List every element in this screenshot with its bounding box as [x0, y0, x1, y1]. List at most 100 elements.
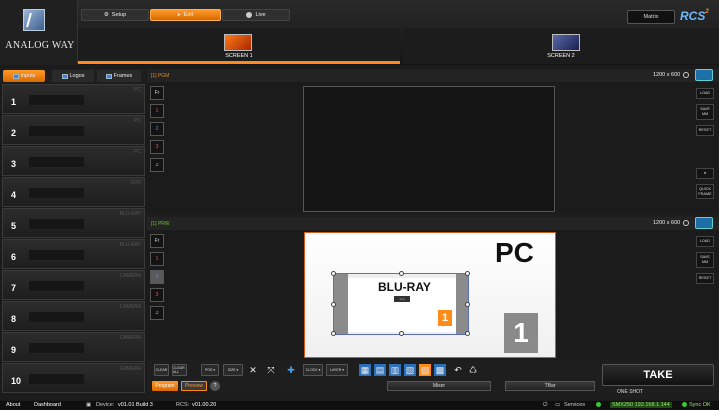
resize-handle[interactable] [465, 302, 470, 307]
tab-label: Frames [113, 73, 133, 79]
input-row[interactable]: CAMERA 8 [2, 301, 145, 331]
zoom-icon[interactable] [683, 72, 689, 78]
audio-icon[interactable]: ♫ [150, 306, 164, 320]
preview-canvas[interactable]: PC 1 BLU-RAY ▪ ▪ ▪ 1 [304, 232, 556, 358]
align-left-icon[interactable]: ▦ [359, 364, 371, 376]
input-row[interactable]: CAMERA 9 [2, 332, 145, 362]
reset-button[interactable]: RESET [696, 272, 714, 284]
align-right-icon[interactable]: ▥ [389, 364, 401, 376]
help-icon[interactable]: ? [210, 381, 220, 391]
fit-icon[interactable]: ⤧ [265, 364, 277, 376]
power-icon[interactable]: ⏻ [543, 402, 547, 409]
tab-logos[interactable]: Logos [52, 70, 94, 82]
screen-selector-1[interactable]: SCREEN 1 [78, 28, 400, 64]
rcs-badge: 2 [705, 9, 709, 15]
save-mm-button[interactable]: SAVE MM [696, 103, 714, 120]
clear-button[interactable]: CLEAR [154, 364, 169, 376]
reset-button[interactable]: RESET [696, 124, 714, 136]
input-row[interactable]: BLU-RAY 6 [2, 239, 145, 269]
layer-1-button[interactable]: 1 [150, 104, 164, 118]
layer-2-button[interactable]: 2 [150, 270, 164, 284]
mixer-button[interactable]: Mixer [387, 381, 491, 391]
cross-icon[interactable]: ✕ [247, 364, 259, 376]
resize-handle[interactable] [465, 271, 470, 276]
header: ANALOG WAY ⚙ Setup ▸ Edit Live Matrix RCS2… [0, 0, 719, 65]
rcs-version: v01.00.20 [192, 402, 217, 408]
resize-handle[interactable] [465, 331, 470, 336]
align-bottom-icon[interactable]: ▩ [434, 364, 446, 376]
align-center-icon[interactable]: ▤ [374, 364, 386, 376]
device-label: Device: [96, 402, 115, 408]
brand-name: ANALOG WAY [5, 40, 75, 51]
tab-inputs[interactable]: Inputs [3, 70, 45, 82]
input-thumbnail [29, 95, 84, 105]
program-canvas[interactable] [303, 86, 555, 212]
input-number: 2 [11, 128, 17, 138]
resize-handle[interactable] [331, 302, 336, 307]
align-middle-icon[interactable]: ▨ [419, 364, 431, 376]
services-link[interactable]: Services [564, 402, 585, 408]
take-button[interactable]: TAKE [602, 364, 714, 386]
resize-handle[interactable] [399, 331, 404, 336]
mode-tab-edit[interactable]: ▸ Edit [150, 9, 221, 21]
monitor-button[interactable] [695, 69, 713, 81]
dashboard-link[interactable]: Dashboard [34, 402, 61, 408]
layer-number: 1 [438, 310, 452, 326]
record-button[interactable]: ● [696, 167, 714, 179]
input-row[interactable]: CAMERA 10 [2, 363, 145, 393]
input-row[interactable]: BLU-RAY 5 [2, 208, 145, 238]
fr-button[interactable]: Fr [150, 234, 164, 248]
pos-dropdown[interactable]: POS ▾ [201, 364, 219, 376]
screen-selector-2[interactable]: SCREEN 2 [403, 28, 719, 64]
matrix-button[interactable]: Matrix [627, 10, 675, 24]
save-mm-button[interactable]: SAVE MM [696, 251, 714, 268]
one-shot-label[interactable]: ONE SHOT [617, 389, 643, 395]
about-link[interactable]: About [6, 402, 20, 408]
input-row[interactable]: PC 3 [2, 146, 145, 176]
tbar-button[interactable]: TBar [505, 381, 595, 391]
clock-dropdown[interactable]: CLOCK ▾ [303, 364, 323, 376]
undo-icon[interactable]: ↶ [452, 364, 464, 376]
input-row[interactable]: CAMERA 7 [2, 270, 145, 300]
program-button[interactable]: Program [152, 381, 178, 391]
preview-side-buttons: Fr 1 2 3 ♫ [150, 234, 164, 324]
mode-tab-live[interactable]: Live [222, 9, 290, 21]
input-thumbnail [29, 281, 84, 291]
bluray-layer[interactable]: BLU-RAY ▪ ▪ ▪ 1 [331, 271, 470, 336]
layer-3-button[interactable]: 3 [150, 288, 164, 302]
clear-all-button[interactable]: CLEAR ALL [172, 364, 187, 376]
resize-handle[interactable] [399, 271, 404, 276]
load-button[interactable]: LOAD [696, 88, 714, 99]
resize-handle[interactable] [331, 331, 336, 336]
input-source: BLU-RAY [119, 211, 141, 217]
center-icon[interactable]: ✚ [285, 364, 297, 376]
input-row[interactable]: DVD 4 [2, 177, 145, 207]
tab-frames[interactable]: Frames [97, 70, 141, 82]
preview-button[interactable]: Preview [181, 381, 207, 391]
program-right-buttons: LOAD SAVE MM RESET ● QUICK FRAME [696, 88, 714, 204]
layer-1-button[interactable]: 1 [150, 252, 164, 266]
align-top-icon[interactable]: ▧ [404, 364, 416, 376]
layer-dropdown[interactable]: LAYER ▾ [326, 364, 348, 376]
monitor-button[interactable] [695, 217, 713, 229]
recycle-icon[interactable]: ♺ [467, 364, 479, 376]
input-row[interactable]: PC 2 [2, 115, 145, 145]
input-number: 3 [11, 159, 17, 169]
input-number: 4 [11, 190, 17, 200]
size-dropdown[interactable]: SIZE ▾ [223, 364, 243, 376]
program-side-buttons: Fr 1 2 3 ♫ [150, 86, 164, 176]
layer-2-button[interactable]: 2 [150, 122, 164, 136]
input-thumbnail [29, 126, 84, 136]
load-button[interactable]: LOAD [696, 236, 714, 247]
mode-tab-setup[interactable]: ⚙ Setup [81, 9, 149, 21]
quick-frame-button[interactable]: QUICK FRAME [696, 183, 714, 200]
input-thumbnail [29, 188, 84, 198]
input-source: BLU-RAY [119, 242, 141, 248]
zoom-icon[interactable] [683, 220, 689, 226]
layer-3-button[interactable]: 3 [150, 140, 164, 154]
resize-handle[interactable] [331, 271, 336, 276]
audio-icon[interactable]: ♫ [150, 158, 164, 172]
layer-label: BLU-RAY [378, 280, 431, 294]
fr-button[interactable]: Fr [150, 86, 164, 100]
input-row[interactable]: PC 1 [2, 84, 145, 114]
